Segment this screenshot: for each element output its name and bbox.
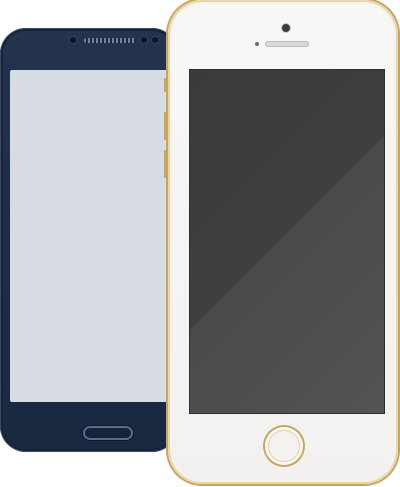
- android-phone: [0, 28, 178, 452]
- volume-up-button: [164, 112, 167, 140]
- light-sensor-icon: [152, 37, 158, 43]
- volume-down-button: [164, 150, 167, 178]
- android-home-button: [83, 426, 133, 440]
- front-camera-icon: [70, 37, 76, 43]
- proximity-sensor-icon: [141, 37, 147, 43]
- iphone-screen: [190, 70, 384, 413]
- iphone-home-button: [265, 427, 303, 465]
- front-camera-icon: [282, 24, 290, 32]
- android-screen: [10, 70, 178, 402]
- iphone-phone: [164, 0, 398, 484]
- device-mockup-scene: [0, 0, 400, 487]
- mute-switch: [164, 78, 167, 92]
- earpiece-speaker: [265, 41, 309, 47]
- earpiece-speaker: [84, 38, 136, 43]
- proximity-sensor-icon: [255, 42, 259, 46]
